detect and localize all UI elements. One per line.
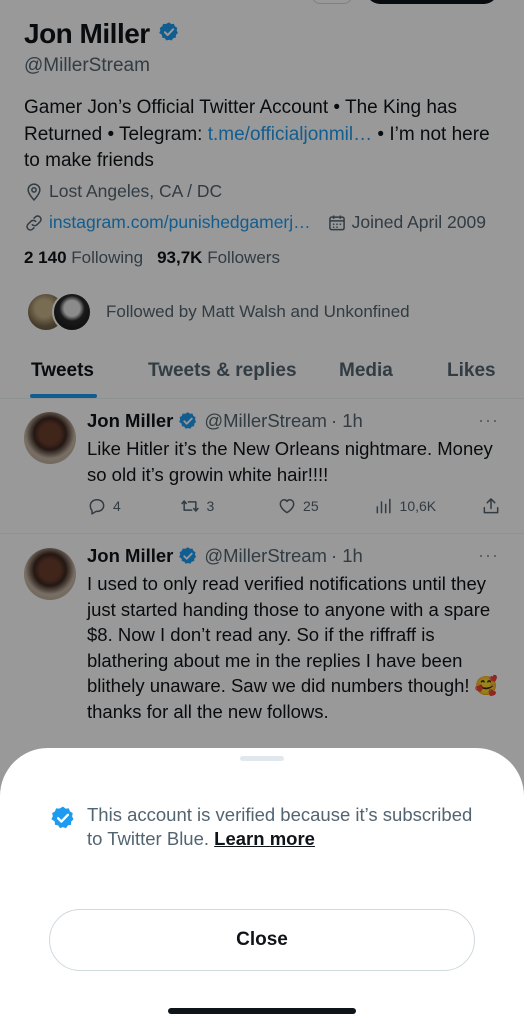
close-button[interactable]: Close bbox=[49, 909, 475, 971]
sheet-grabber[interactable] bbox=[240, 756, 284, 761]
verification-bottom-sheet: This account is verified because it’s su… bbox=[0, 748, 524, 1024]
verified-badge-icon bbox=[50, 805, 76, 836]
verification-message: This account is verified because it’s su… bbox=[87, 803, 487, 851]
learn-more-link[interactable]: Learn more bbox=[214, 828, 315, 849]
home-indicator[interactable] bbox=[168, 1008, 356, 1014]
